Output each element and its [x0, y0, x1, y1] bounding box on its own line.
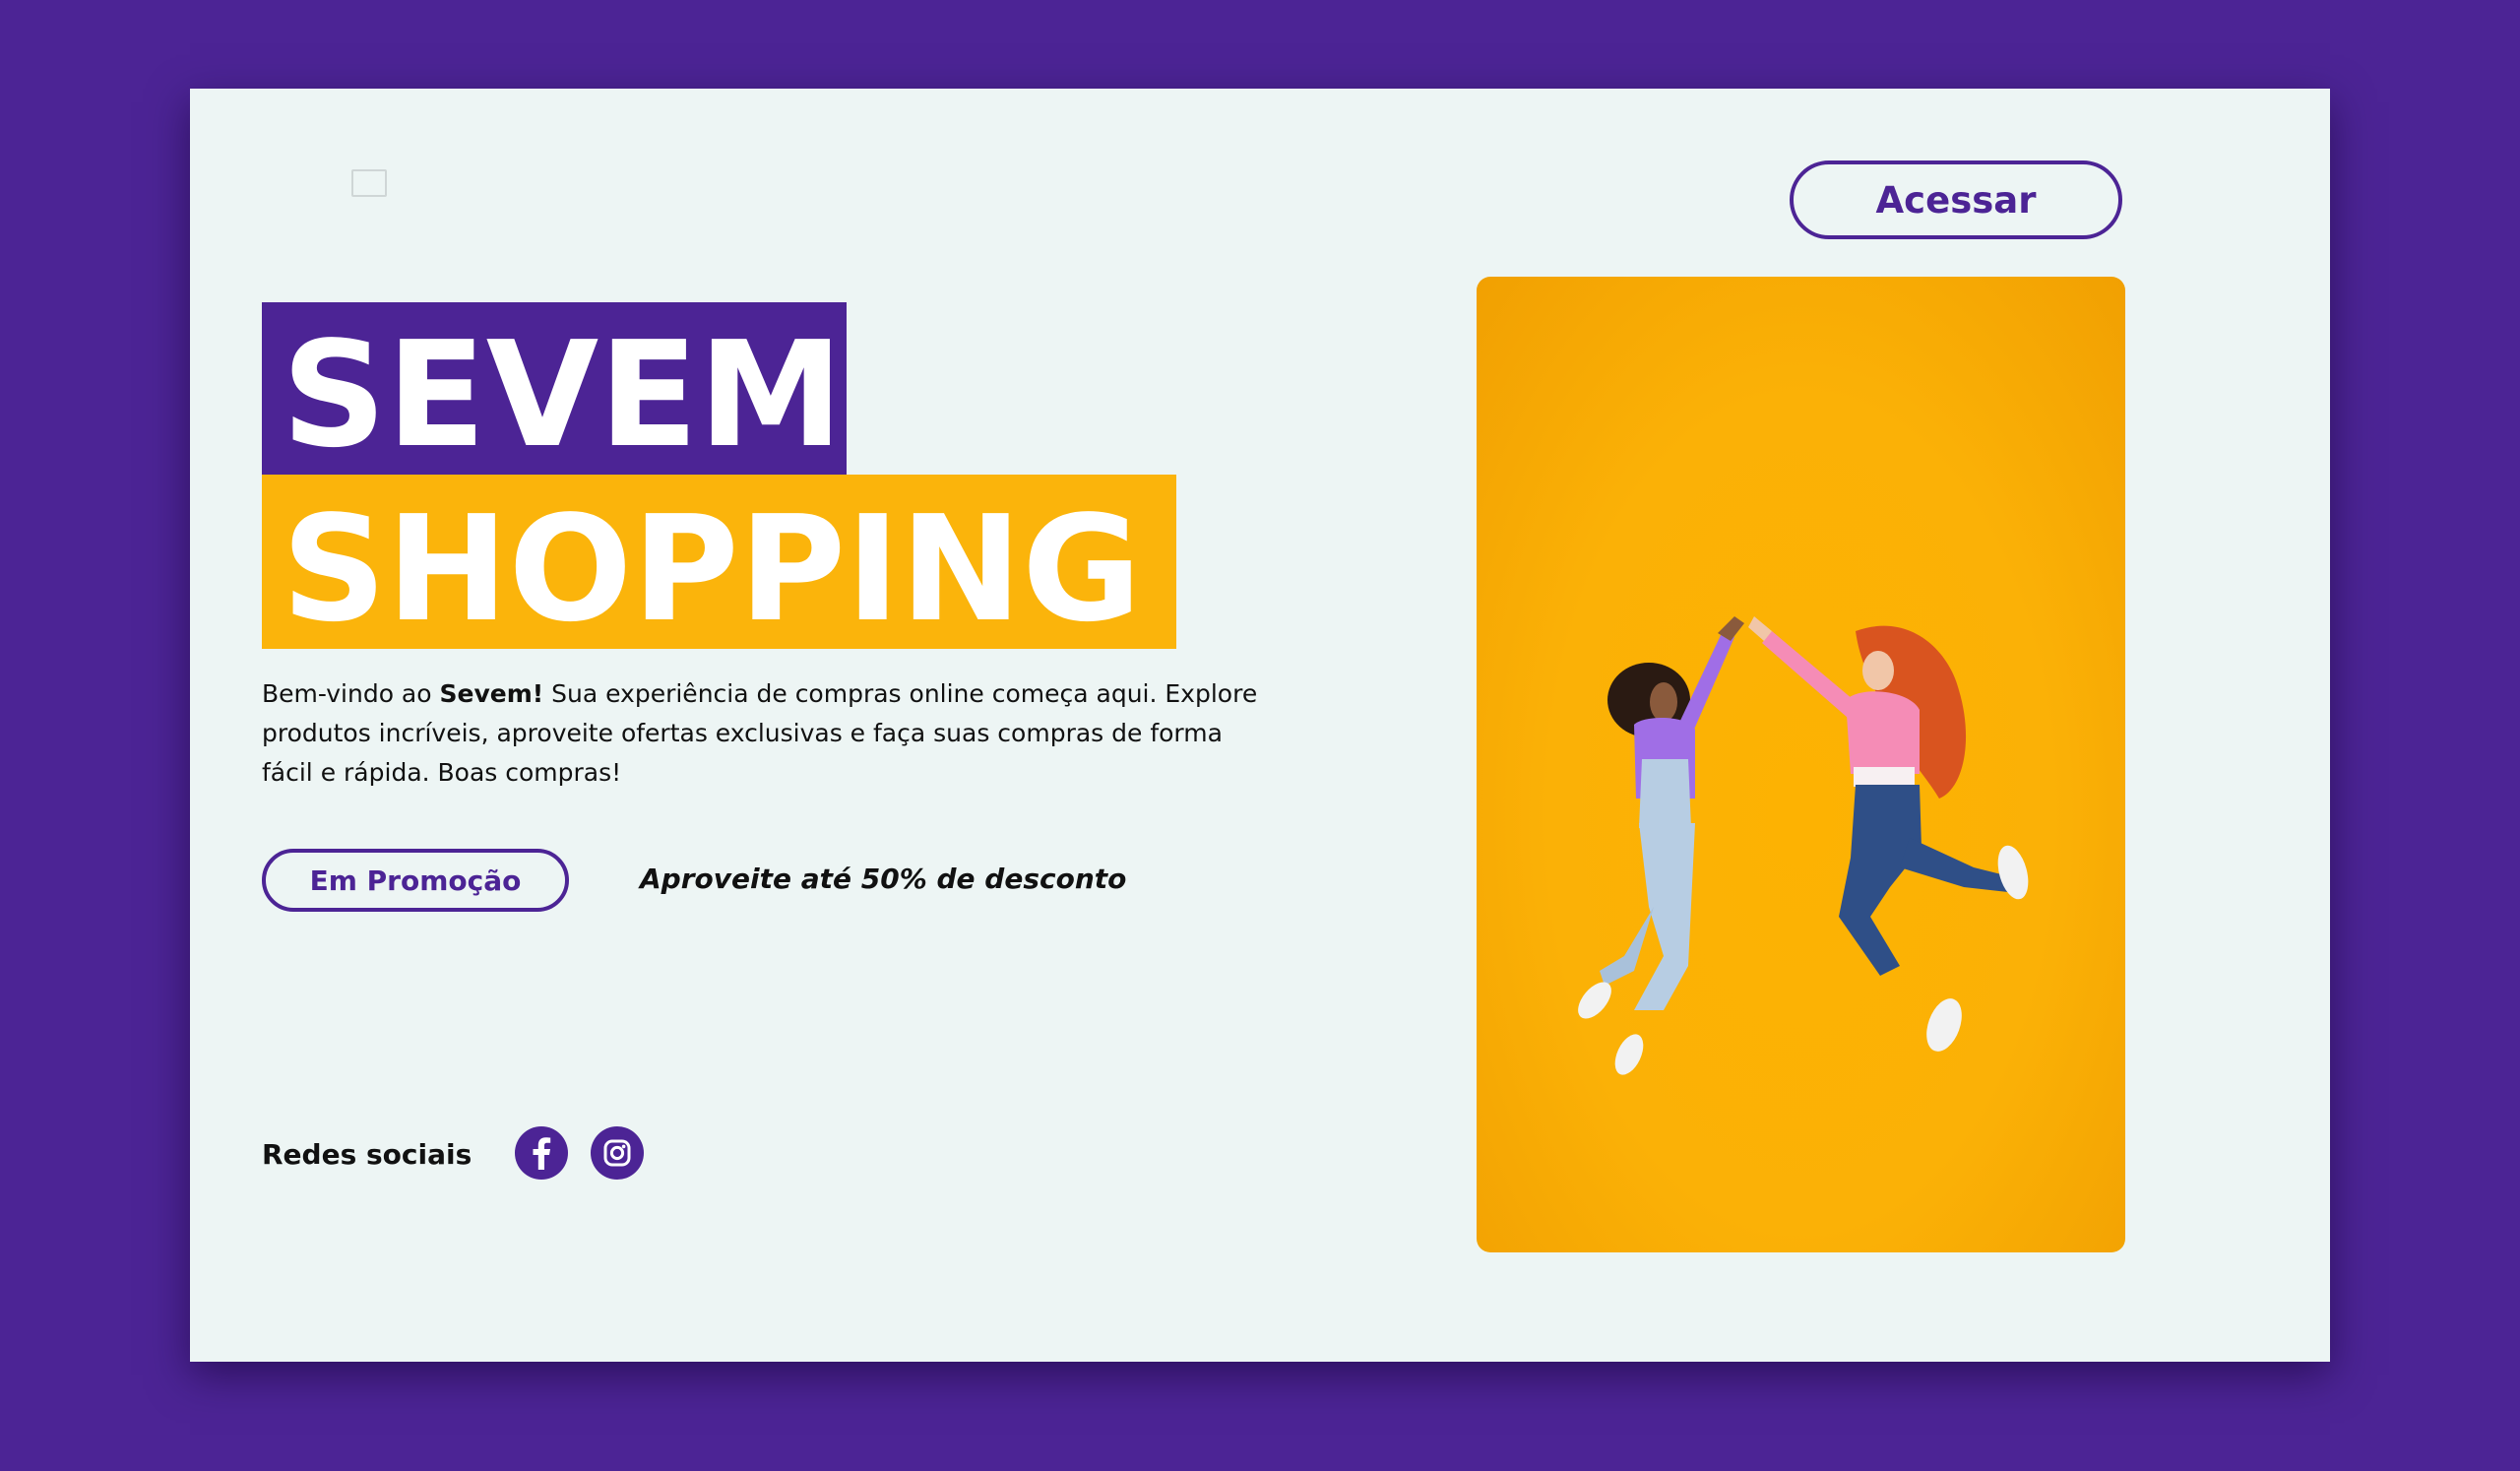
woman-left-figure — [1578, 616, 1744, 1075]
intro-brand-name: Sevem! — [439, 679, 544, 708]
instagram-icon[interactable] — [591, 1126, 644, 1180]
social-label: Redes sociais — [262, 1138, 472, 1171]
landing-card: Acessar SEVEM SHOPPING Bem-vindo ao Seve… — [190, 89, 2330, 1362]
promo-button[interactable]: Em Promoção — [262, 849, 569, 912]
broken-image-icon — [351, 169, 387, 197]
facebook-icon[interactable] — [515, 1126, 568, 1180]
two-women-jumping-high-five-photo — [1477, 277, 2125, 1252]
intro-prefix: Bem-vindo ao — [262, 679, 440, 708]
brand-title-line-2: SHOPPING — [262, 475, 1176, 649]
intro-paragraph: Bem-vindo ao Sevem! Sua experiência de c… — [262, 674, 1266, 793]
access-button[interactable]: Acessar — [1790, 160, 2122, 239]
promo-tagline: Aproveite até 50% de desconto — [640, 863, 1127, 895]
brand-title-line-1: SEVEM — [262, 302, 847, 475]
woman-right-figure — [1748, 616, 2029, 1052]
